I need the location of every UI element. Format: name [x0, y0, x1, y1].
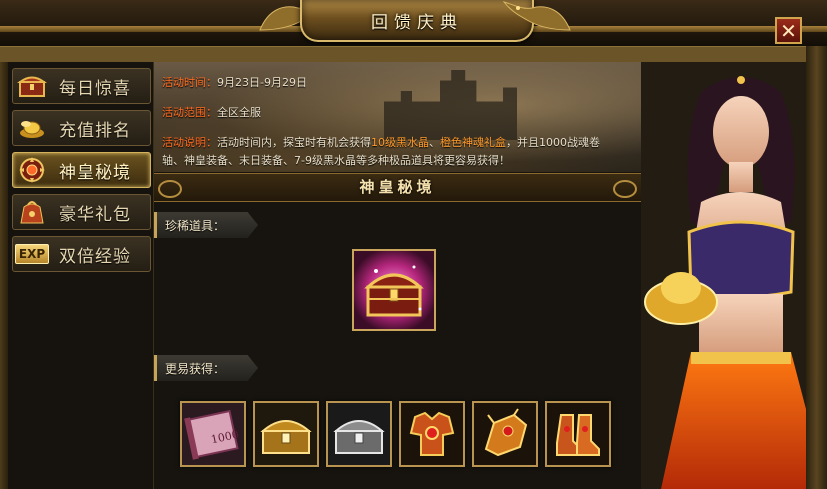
event-desc-line-2: 轴、神皇装备、末日装备、7-9级黑水晶等多种极品道具将更容易获得！ [162, 152, 510, 168]
event-banner: 活动时间：9月23日-9月29日 活动范围：全区全服 活动说明：活动时间内，探宝… [154, 62, 641, 172]
emblem-icon [15, 155, 49, 185]
event-desc-text: 轴、神皇装备、末日装备、7-9级黑水晶等多种极品道具将更容易获得！ [162, 154, 510, 167]
gauntlet-icon [474, 403, 536, 465]
title-bar: 回馈庆典 ✕ [0, 0, 827, 46]
section-title: 神皇秘境 [359, 178, 436, 196]
item-slot-armor[interactable] [399, 401, 465, 467]
sidebar-item-shenhuang-realm[interactable]: 神皇秘境 [12, 152, 151, 188]
rare-items-label: 珍稀道具： [154, 212, 258, 238]
character-art [641, 62, 827, 489]
event-desc-highlight: 橙色神魂礼盒 [440, 136, 506, 149]
sidebar: 每日惊喜 充值排名 神皇秘境 豪华礼包 EXP 双倍经验 [8, 62, 154, 489]
event-scope-value: 全区全服 [217, 106, 261, 119]
sidebar-item-recharge-ranking[interactable]: 充值排名 [12, 110, 151, 146]
sidebar-item-label: 充值排名 [59, 120, 131, 141]
event-desc-line-1: 活动说明：活动时间内，探宝时有机会获得10级黑水晶、橙色神魂礼盒，并且1000战… [162, 134, 600, 150]
title-plaque: 回馈庆典 [300, 0, 534, 42]
gold-ingot-icon [15, 113, 49, 143]
gold-chest-icon [255, 403, 317, 465]
treasure-chest-icon [15, 71, 49, 101]
scroll-icon: 1000 [182, 403, 244, 465]
dragon-ornament-icon [502, 1, 571, 31]
ornament-icon [613, 180, 637, 198]
event-time-line: 活动时间：9月23日-9月29日 [162, 74, 307, 90]
event-time-label: 活动时间： [162, 76, 217, 89]
item-slot-boots[interactable] [545, 401, 611, 467]
event-window: 回馈庆典 ✕ 每日惊喜 充值排名 神皇秘境 豪华礼包 EXP 双倍经验 活动时间… [0, 0, 827, 489]
sidebar-item-label: 神皇秘境 [59, 162, 131, 183]
item-slot-rare-chest[interactable] [352, 249, 436, 331]
item-slot-gauntlet[interactable] [472, 401, 538, 467]
castle-background-image [384, 70, 517, 140]
exp-icon: EXP [14, 239, 50, 269]
event-desc-highlight: 10级黑水晶 [371, 136, 429, 149]
close-button[interactable]: ✕ [775, 17, 802, 44]
pink-treasure-chest-icon [354, 251, 434, 329]
event-scope-label: 活动范围： [162, 106, 217, 119]
right-border [806, 46, 827, 489]
exp-badge: EXP [14, 244, 50, 264]
silver-chest-icon [328, 403, 390, 465]
event-desc-separator: 、 [429, 136, 440, 149]
boots-icon [547, 403, 609, 465]
sidebar-item-label: 豪华礼包 [59, 204, 131, 225]
easier-items-label: 更易获得： [154, 355, 258, 381]
armor-icon [401, 403, 463, 465]
item-slot-gold-chest[interactable] [253, 401, 319, 467]
event-desc-text: ，并且1000战魂卷 [506, 136, 600, 149]
event-desc-label: 活动说明： [162, 136, 217, 149]
left-frame [0, 62, 8, 489]
window-title: 回馈庆典 [371, 12, 463, 33]
section-title-plate: 神皇秘境 [163, 176, 633, 197]
event-scope-line: 活动范围：全区全服 [162, 104, 261, 120]
gift-bag-icon [15, 197, 49, 227]
sidebar-item-double-exp[interactable]: EXP 双倍经验 [12, 236, 151, 272]
sidebar-item-label: 双倍经验 [59, 246, 131, 267]
sidebar-item-label: 每日惊喜 [59, 78, 131, 99]
event-time-value: 9月23日-9月29日 [217, 76, 307, 89]
item-slot-scroll[interactable]: 1000 [180, 401, 246, 467]
event-desc-text: 活动时间内，探宝时有机会获得 [217, 136, 371, 149]
sidebar-item-daily-surprise[interactable]: 每日惊喜 [12, 68, 151, 104]
character-portrait-image [641, 62, 827, 489]
section-header: 神皇秘境 [154, 173, 641, 202]
item-slot-silver-chest[interactable] [326, 401, 392, 467]
main-panel: 活动时间：9月23日-9月29日 活动范围：全区全服 活动说明：活动时间内，探宝… [154, 62, 641, 489]
sidebar-item-luxury-pack[interactable]: 豪华礼包 [12, 194, 151, 230]
